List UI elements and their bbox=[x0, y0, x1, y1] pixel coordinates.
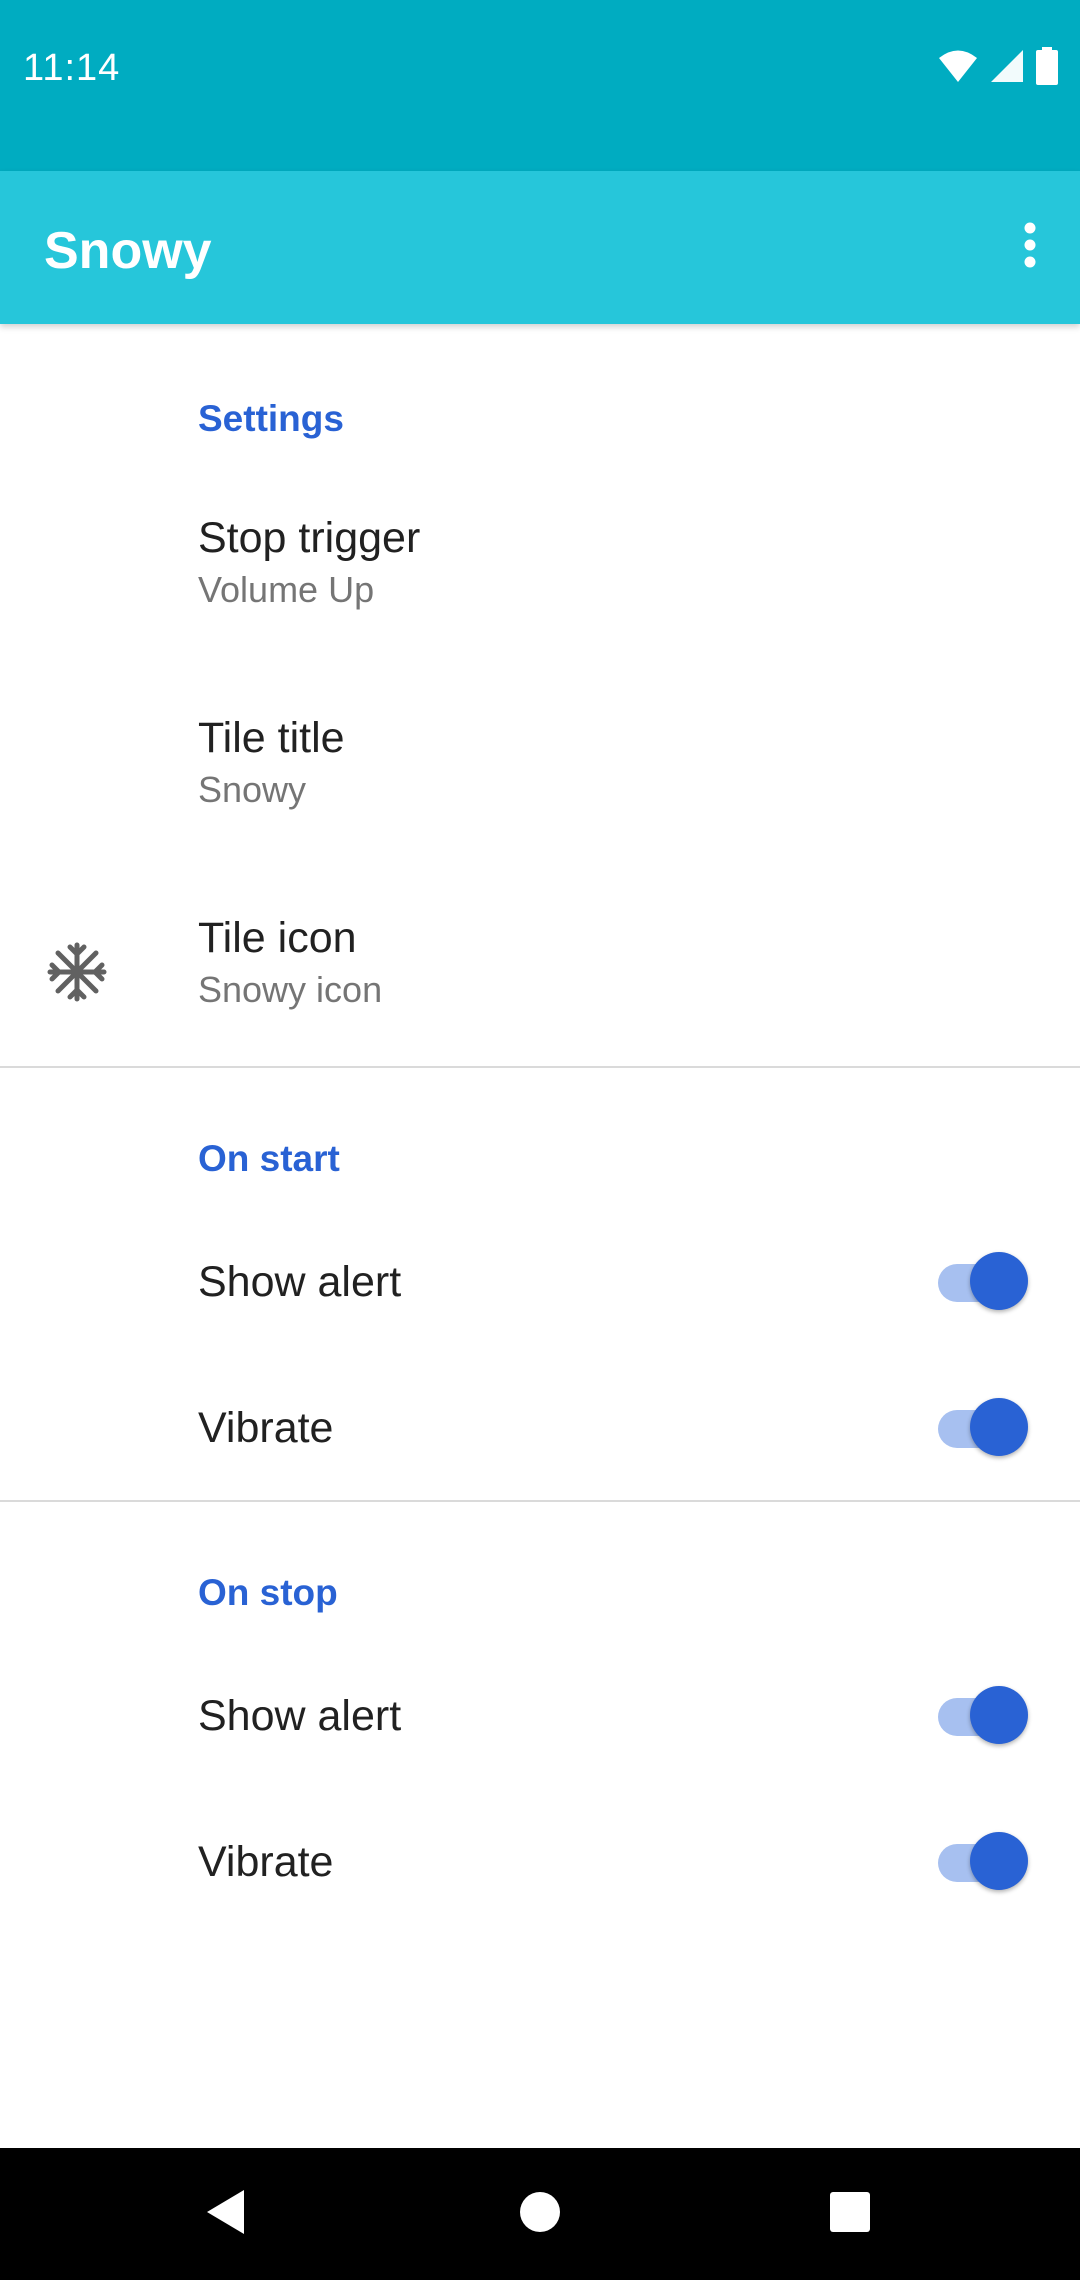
recents-icon bbox=[829, 2191, 871, 2238]
category-header-settings: Settings bbox=[198, 398, 344, 439]
pref-summary: Snowy icon bbox=[198, 969, 383, 1010]
back-icon bbox=[204, 2188, 248, 2241]
switch-thumb bbox=[970, 1252, 1028, 1310]
pref-on-start-vibrate[interactable]: Vibrate bbox=[0, 1356, 1080, 1502]
snowflake-icon bbox=[46, 941, 108, 1003]
pref-summary: Volume Up bbox=[198, 569, 375, 610]
vibrate-switch[interactable] bbox=[938, 1398, 1030, 1460]
pref-title: Stop trigger bbox=[198, 514, 421, 562]
pref-title: Vibrate bbox=[198, 1404, 334, 1452]
switch-thumb bbox=[970, 1832, 1028, 1890]
nav-home-button[interactable] bbox=[512, 2186, 568, 2242]
show-alert-switch[interactable] bbox=[938, 1686, 1030, 1748]
pref-on-stop-vibrate[interactable]: Vibrate bbox=[0, 1790, 1080, 1936]
section-divider bbox=[0, 1500, 1080, 1502]
pref-tile-icon[interactable]: Tile icon Snowy icon bbox=[0, 874, 1080, 1064]
switch-thumb bbox=[970, 1398, 1028, 1456]
settings-screen: 11:14 Snowy Settings Stop trigger Volume… bbox=[0, 0, 1080, 2280]
more-vert-icon bbox=[1023, 222, 1037, 273]
pref-on-start-show-alert[interactable]: Show alert bbox=[0, 1210, 1080, 1356]
pref-tile-title[interactable]: Tile title Snowy bbox=[0, 674, 1080, 874]
cell-signal-icon bbox=[990, 49, 1024, 88]
app-title: Snowy bbox=[44, 222, 212, 280]
overflow-menu-button[interactable] bbox=[1000, 207, 1060, 287]
status-bar: 11:14 bbox=[0, 0, 1080, 171]
show-alert-switch[interactable] bbox=[938, 1252, 1030, 1314]
pref-title: Vibrate bbox=[198, 1838, 334, 1886]
pref-stop-trigger[interactable]: Stop trigger Volume Up bbox=[0, 474, 1080, 674]
status-icons bbox=[938, 46, 1058, 90]
preferences-list: Settings Stop trigger Volume Up Tile tit… bbox=[0, 324, 1080, 2148]
battery-icon bbox=[1036, 46, 1058, 90]
pref-title: Show alert bbox=[198, 1258, 402, 1306]
nav-recents-button[interactable] bbox=[822, 2186, 878, 2242]
pref-title: Tile title bbox=[198, 714, 345, 762]
pref-summary: Snowy bbox=[198, 769, 307, 810]
pref-title: Tile icon bbox=[198, 914, 357, 962]
category-header-on-stop: On stop bbox=[198, 1572, 338, 1613]
navigation-bar bbox=[0, 2148, 1080, 2280]
status-time: 11:14 bbox=[23, 47, 121, 89]
switch-thumb bbox=[970, 1686, 1028, 1744]
pref-title: Show alert bbox=[198, 1692, 402, 1740]
nav-back-button[interactable] bbox=[198, 2186, 254, 2242]
section-divider bbox=[0, 1066, 1080, 1068]
app-bar: Snowy bbox=[0, 171, 1080, 324]
wifi-icon bbox=[938, 49, 978, 88]
category-header-on-start: On start bbox=[198, 1138, 340, 1179]
pref-on-stop-show-alert[interactable]: Show alert bbox=[0, 1644, 1080, 1790]
vibrate-switch[interactable] bbox=[938, 1832, 1030, 1894]
home-icon bbox=[518, 2190, 562, 2239]
